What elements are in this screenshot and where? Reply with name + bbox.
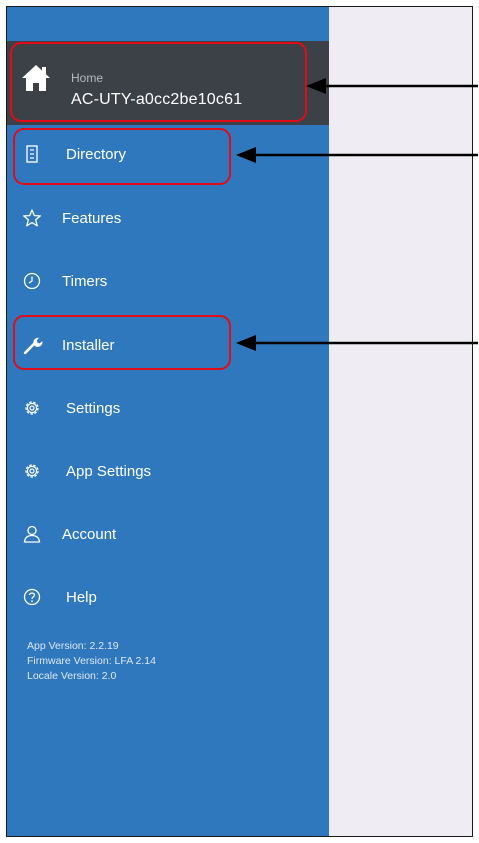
sidebar-item-settings[interactable]: Settings	[7, 389, 329, 429]
sidebar-item-label: Settings	[66, 400, 121, 417]
sidebar-item-label: Features	[62, 210, 122, 227]
highlight-home-box	[10, 42, 307, 122]
highlight-installer-box	[13, 315, 231, 370]
app-version-text: App Version: 2.2.19	[27, 640, 119, 652]
sidebar-item-label: Help	[66, 589, 97, 606]
sidebar-item-label: Timers	[62, 273, 108, 290]
sidebar-item-timers[interactable]: Timers	[7, 262, 329, 302]
sidebar-item-account[interactable]: Account	[7, 515, 329, 555]
sidebar-item-help[interactable]: Help	[7, 578, 329, 618]
highlight-directory-box	[13, 128, 231, 185]
gear-icon	[25, 401, 39, 415]
version-info: App Version: 2.2.19 Firmware Version: LF…	[27, 639, 156, 684]
help-icon	[23, 588, 41, 606]
sidebar-item-app-settings[interactable]: App Settings	[7, 452, 329, 492]
gear-icon	[25, 464, 39, 478]
sidebar-item-label: App Settings	[66, 463, 152, 480]
firmware-version-text: Firmware Version: LFA 2.14	[27, 655, 156, 667]
sidebar-item-label: Account	[62, 526, 117, 543]
clock-icon	[23, 272, 41, 290]
sidebar-item-features[interactable]: Features	[7, 199, 329, 239]
star-icon	[23, 209, 41, 227]
locale-version-text: Locale Version: 2.0	[27, 670, 117, 682]
person-icon	[23, 525, 41, 543]
